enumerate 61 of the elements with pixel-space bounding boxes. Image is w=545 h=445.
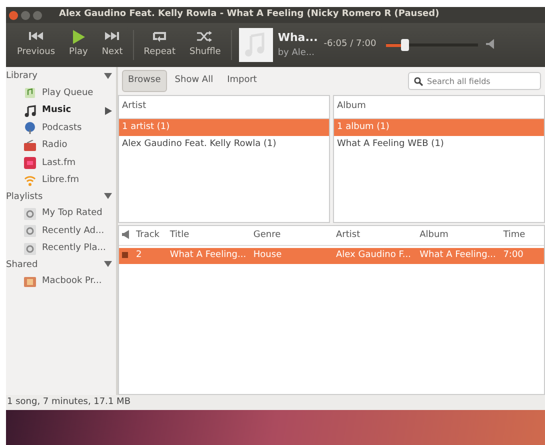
column-header[interactable]: Genre [250, 228, 333, 242]
sidebar-item[interactable]: Recently Ad... [6, 222, 116, 240]
podcast-icon [24, 122, 36, 134]
sidebar-item[interactable]: Last.fm [6, 154, 116, 172]
maximize-button[interactable] [33, 10, 42, 20]
section-header: Playlists [6, 190, 43, 204]
close-button[interactable] [9, 10, 18, 20]
table-cell-text: 7:00 [502, 249, 524, 262]
gear-icon [24, 242, 36, 255]
section-header: Shared [6, 258, 38, 272]
table-cell-text: Alex Gaudino F... [335, 249, 412, 262]
repeat-button[interactable]: Repeat [136, 30, 182, 60]
list-row[interactable]: What A Feeling WEB (1) [334, 136, 544, 154]
sidebar-item[interactable]: My Top Rated [6, 205, 116, 222]
play-button[interactable]: Play [62, 30, 95, 60]
sidebar-item[interactable]: Music [6, 102, 116, 120]
sidebar-item[interactable]: Podcasts [6, 120, 116, 137]
table-cell-text: House [252, 249, 283, 262]
lastfm-icon [24, 157, 36, 170]
column-header[interactable]: Title [166, 228, 250, 242]
track-title: Wha... [278, 30, 318, 46]
shuffle-icon [196, 30, 214, 44]
table-cell-text: What A Feeling... [418, 249, 497, 262]
speaker-icon [486, 38, 494, 49]
music-icon [24, 104, 36, 117]
column-header[interactable]: Album [416, 228, 500, 242]
speaker-icon [122, 230, 129, 239]
window-title: Alex Gaudino Feat. Kelly Rowla - What A Feeling (Nicky Romero R (Paused) [59, 8, 440, 22]
album-art [238, 28, 273, 62]
section-header: Library [6, 70, 38, 83]
view-tab[interactable]: Show All [168, 70, 220, 92]
column-header[interactable]: Time [500, 228, 544, 242]
sidebar-item[interactable]: Libre.fm [6, 172, 116, 190]
previous-button[interactable]: Previous [10, 30, 62, 60]
view-tab[interactable]: Import [221, 70, 263, 92]
next-button[interactable]: Next [94, 30, 130, 60]
gear-icon [24, 225, 36, 238]
table-cell-text: What A Feeling... [168, 249, 248, 262]
minimize-button[interactable] [21, 10, 30, 20]
search-field[interactable]: Search all fields [408, 72, 541, 90]
list-row[interactable]: Alex Gaudino Feat. Kelly Rowla (1) [119, 136, 329, 154]
track-artist: by Ale... [278, 46, 316, 60]
radio-icon [24, 140, 36, 152]
gear-icon [24, 208, 36, 220]
wifi-icon [24, 174, 36, 187]
repeat-icon [150, 30, 169, 44]
sidebar-item[interactable]: Macbook Pr... [6, 273, 116, 290]
shuffle-button[interactable]: Shuffle [182, 30, 228, 60]
device-icon [24, 276, 36, 288]
column-header[interactable]: Artist [333, 228, 417, 242]
seek-handle[interactable] [401, 39, 410, 51]
table-cell-text: 2 [134, 249, 143, 262]
sidebar-item[interactable]: Play Queue [6, 84, 116, 102]
status-bar: 1 song, 7 minutes, 17.1 MB [6, 395, 545, 410]
time-label: -6:05 / 7:00 [324, 38, 376, 52]
column-header[interactable]: Track [132, 228, 167, 242]
arrow-right-icon [105, 106, 112, 115]
view-tab[interactable]: Browse [122, 70, 167, 92]
queue-icon [24, 87, 36, 100]
sidebar-item[interactable]: Radio [6, 137, 116, 154]
sidebar-item[interactable]: Recently Pla... [6, 240, 116, 258]
